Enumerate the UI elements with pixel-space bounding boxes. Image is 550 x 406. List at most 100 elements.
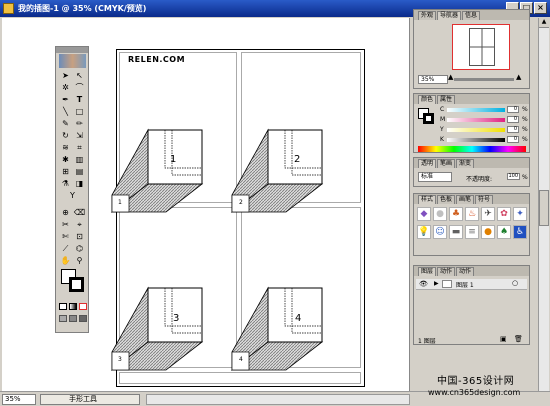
lightbulb-symbol-icon[interactable]: 💡 xyxy=(417,225,431,239)
new-layer-icon[interactable]: ▣ xyxy=(500,335,507,343)
leaf-symbol-icon[interactable]: ♣ xyxy=(449,207,463,221)
free-transform-tool-icon[interactable]: ⌗ xyxy=(73,142,86,153)
none-mode-button[interactable] xyxy=(79,303,87,310)
color-spectrum-bar[interactable] xyxy=(418,146,526,152)
vertical-scrollbar[interactable]: ▲ xyxy=(538,18,549,391)
layer-name[interactable]: 图层 1 xyxy=(456,280,474,289)
lasso-tool-icon[interactable]: ⌒ xyxy=(73,82,86,93)
gradient-mode-button[interactable] xyxy=(69,303,77,310)
artboard-tool-icon[interactable]: ⊡ xyxy=(73,231,86,242)
tab-transparency[interactable]: 透明 xyxy=(418,159,437,168)
pencil-tool-icon[interactable]: ✏ xyxy=(73,118,86,129)
zoom-in-icon[interactable]: ▲ xyxy=(516,73,521,81)
stroke-swatch[interactable] xyxy=(69,277,84,292)
navigator-preview[interactable] xyxy=(452,24,510,70)
slice-tool-icon[interactable]: ⊕ xyxy=(59,207,72,218)
selection-tool-icon[interactable]: ➤ xyxy=(59,70,72,81)
zoom-out-icon[interactable]: ▲ xyxy=(448,73,453,81)
channel-m-value[interactable]: 0 xyxy=(507,116,519,123)
bird-symbol-icon[interactable]: ✈ xyxy=(481,207,495,221)
flame-symbol-icon[interactable]: ♨ xyxy=(465,207,479,221)
screen-mode-menu[interactable] xyxy=(69,315,77,322)
status-tool-field[interactable]: 手形工具 xyxy=(40,394,140,405)
screen-mode-normal[interactable] xyxy=(59,315,67,322)
navigator-zoom-field[interactable]: 35% xyxy=(418,75,448,84)
blend-tool-icon[interactable]: ◨ xyxy=(73,178,86,189)
blend-mode-select[interactable]: 标准 xyxy=(418,172,452,182)
channel-y-slider[interactable] xyxy=(447,128,505,132)
eyedropper-tool-icon[interactable]: ⚗ xyxy=(59,178,72,189)
expand-triangle-icon[interactable]: ▶ xyxy=(434,280,439,287)
channel-m-slider[interactable] xyxy=(447,118,505,122)
graph-tool-icon[interactable]: ▥ xyxy=(73,154,86,165)
screen-mode-full[interactable] xyxy=(79,315,87,322)
tab-actions[interactable]: 动作 xyxy=(437,267,456,276)
tab-swatches[interactable]: 色板 xyxy=(437,195,456,204)
tab-actions-2[interactable]: 动作 xyxy=(456,267,475,276)
tree-symbol-icon[interactable]: ♠ xyxy=(497,225,511,239)
mesh-tool-icon[interactable]: ⊞ xyxy=(59,166,72,177)
layer-row[interactable]: 👁 ▶ 图层 1 ○ xyxy=(416,279,527,290)
close-button[interactable]: × xyxy=(534,2,547,14)
channel-c-slider[interactable] xyxy=(447,108,505,112)
tab-appearance[interactable]: 外观 xyxy=(418,11,437,20)
zoom-field[interactable]: 35% xyxy=(2,394,36,405)
channel-k-value[interactable]: 0 xyxy=(507,136,519,143)
knife-tool-icon[interactable]: ✄ xyxy=(59,231,72,242)
tab-gradient[interactable]: 渐变 xyxy=(456,159,475,168)
tab-info[interactable]: 信息 xyxy=(462,11,481,20)
grass-symbol-icon[interactable]: ≡ xyxy=(465,225,479,239)
eye-icon[interactable]: 👁 xyxy=(419,280,428,288)
symbol-sprayer-tool-icon[interactable]: ✱ xyxy=(59,154,72,165)
channel-y-value[interactable]: 0 xyxy=(507,126,519,133)
butterfly-symbol-icon[interactable]: ✦ xyxy=(513,207,527,221)
brush-symbol-icon[interactable]: ▬ xyxy=(449,225,463,239)
direct-selection-tool-icon[interactable]: ↖ xyxy=(73,70,86,81)
delete-layer-icon[interactable]: 🗑 xyxy=(514,335,523,343)
opacity-value[interactable]: 100 xyxy=(507,173,520,180)
tab-layers[interactable]: 图层 xyxy=(418,267,437,276)
measure-tool-icon[interactable]: ⟋ xyxy=(59,243,72,254)
wheelchair-symbol-icon[interactable]: ♿ xyxy=(513,225,527,239)
pumpkin-symbol-icon[interactable]: ● xyxy=(481,225,495,239)
channel-c-value[interactable]: 0 xyxy=(507,106,519,113)
tab-navigator[interactable]: 导航器 xyxy=(437,11,462,20)
warp-tool-icon[interactable]: ≋ xyxy=(59,142,72,153)
hand-tool-icon[interactable]: ✋ xyxy=(59,255,72,266)
toolbox-grip[interactable] xyxy=(56,47,88,53)
tab-styles[interactable]: 样式 xyxy=(418,195,437,204)
crop-tool-icon[interactable]: ⌖ xyxy=(73,219,86,230)
tab-stroke[interactable]: 笔画 xyxy=(437,159,456,168)
fish-symbol-icon[interactable]: ◆ xyxy=(417,207,431,221)
eraser-tool-icon[interactable]: ⌫ xyxy=(73,207,86,218)
magic-wand-tool-icon[interactable]: ✲ xyxy=(59,82,72,93)
gradient-tool-icon[interactable]: ▤ xyxy=(73,166,86,177)
zoom-tool-icon[interactable]: ⚲ xyxy=(73,255,86,266)
live-paint-tool-icon[interactable]: Y xyxy=(66,190,79,201)
scissors-tool-icon[interactable]: ✂ xyxy=(59,219,72,230)
tab-color[interactable]: 颜色 xyxy=(418,95,437,104)
line-tool-icon[interactable]: ╲ xyxy=(59,106,72,117)
scale-tool-icon[interactable]: ⇲ xyxy=(73,130,86,141)
color-mode-button[interactable] xyxy=(59,303,67,310)
person-symbol-icon[interactable]: ☺ xyxy=(433,225,447,239)
scroll-up-arrow[interactable]: ▲ xyxy=(539,18,549,28)
navigator-zoom-slider[interactable] xyxy=(454,78,514,81)
type-tool-icon[interactable]: T xyxy=(73,94,86,105)
print-tiling-tool-icon[interactable]: ⌬ xyxy=(73,243,86,254)
artboard[interactable] xyxy=(116,49,365,387)
paintbrush-tool-icon[interactable]: ✎ xyxy=(59,118,72,129)
channel-k-slider[interactable] xyxy=(447,138,505,142)
tab-symbols[interactable]: 符号 xyxy=(475,195,494,204)
scroll-thumb[interactable] xyxy=(539,190,549,226)
flower-symbol-icon[interactable]: ✿ xyxy=(497,207,511,221)
target-icon[interactable]: ○ xyxy=(512,279,518,287)
rectangle-tool-icon[interactable]: □ xyxy=(73,106,86,117)
color-stroke-swatch[interactable] xyxy=(423,113,434,124)
horizontal-scrollbar[interactable] xyxy=(146,394,410,405)
tab-brushes[interactable]: 画笔 xyxy=(456,195,475,204)
rotate-tool-icon[interactable]: ↻ xyxy=(59,130,72,141)
tab-attributes[interactable]: 属性 xyxy=(437,95,456,104)
sphere-symbol-icon[interactable]: ● xyxy=(433,207,447,221)
pen-tool-icon[interactable]: ✒ xyxy=(59,94,72,105)
